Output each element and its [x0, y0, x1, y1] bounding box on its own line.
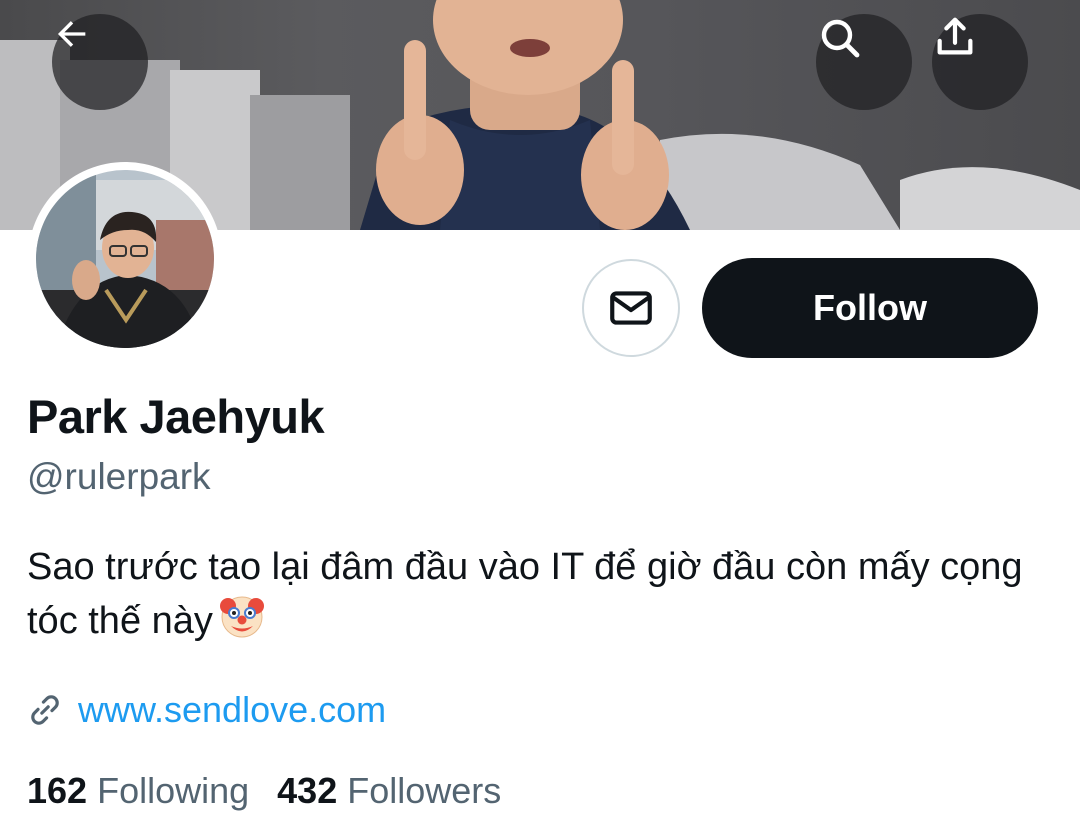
following-stat[interactable]: 162 Following	[27, 770, 249, 812]
website-row: www.sendlove.com	[26, 686, 386, 734]
following-count: 162	[27, 770, 88, 811]
avatar-image	[36, 170, 214, 348]
followers-label: Followers	[347, 770, 502, 811]
bio-text: Sao trước tao lại đâm đầu vào IT để giờ …	[27, 546, 1023, 642]
share-icon	[937, 17, 973, 55]
user-handle: @rulerpark	[27, 456, 211, 497]
profile-bio: Sao trước tao lại đâm đầu vào IT để giờ …	[27, 542, 1057, 653]
search-icon	[821, 19, 860, 58]
followers-count: 432	[277, 770, 338, 811]
back-button[interactable]	[52, 14, 148, 110]
share-button[interactable]	[932, 14, 1028, 110]
profile-page: Follow Park Jaehyuk @rulerpark Sao trước…	[0, 0, 1080, 834]
following-label: Following	[97, 770, 250, 811]
website-link[interactable]: www.sendlove.com	[78, 689, 386, 731]
message-button[interactable]	[582, 259, 680, 357]
arrow-left-icon	[57, 21, 86, 47]
mail-icon	[610, 291, 652, 325]
followers-stat[interactable]: 432 Followers	[277, 770, 501, 812]
follow-stats: 162 Following 432 Followers	[27, 770, 529, 812]
clown-face-emoji-icon	[219, 593, 265, 653]
display-name: Park Jaehyuk	[27, 390, 325, 443]
search-button[interactable]	[816, 14, 912, 110]
link-icon	[26, 691, 64, 729]
avatar[interactable]	[28, 162, 222, 356]
follow-button[interactable]: Follow	[702, 258, 1038, 358]
